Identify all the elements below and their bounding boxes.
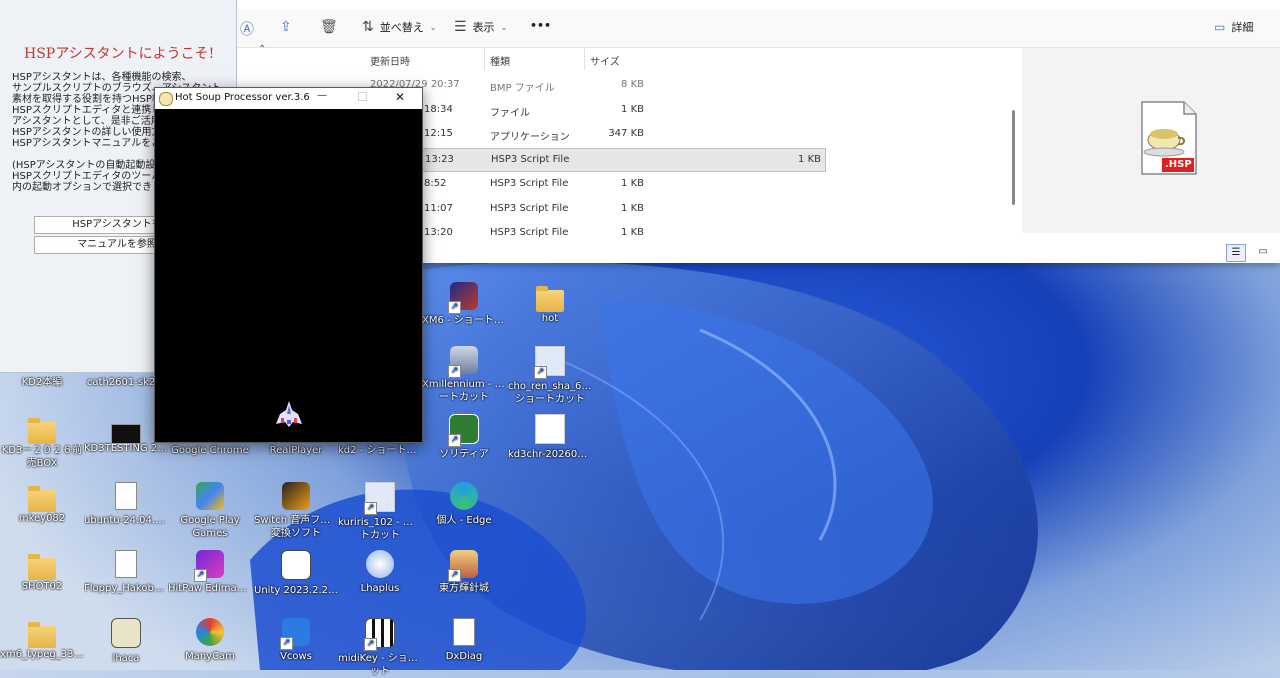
desktop-icon-xm6-typeg[interactable]: xm6_typeg_338... (0, 622, 84, 661)
folder-icon (28, 554, 56, 580)
desktop-icon-xmillennium[interactable]: Xmillennium - ショ ートカット (422, 346, 506, 404)
vertical-scrollbar[interactable] (1012, 110, 1015, 205)
lhaplus-icon (366, 550, 394, 578)
view-icon: ☰ (454, 19, 467, 35)
file-icon (115, 482, 137, 510)
sort-button[interactable]: ⇅ 並べ替え ⌄ (362, 19, 436, 35)
desktop-icon-lhaplus[interactable]: Lhaplus (338, 550, 422, 595)
desktop-icon-midikey[interactable]: midiKey - ショートカ ット (338, 618, 422, 678)
desktop-icon-google-play-games[interactable]: Google Play Games (168, 482, 252, 540)
desktop-icon-touhou[interactable]: 東方輝針城 (422, 550, 506, 595)
xm6-icon (448, 282, 478, 314)
desktop-icon-floppy[interactable]: Floppy_Hakobu... (84, 550, 168, 595)
column-header-date[interactable]: 更新日時 (370, 53, 410, 68)
view-toggle-group: ☰ ▭ (1226, 244, 1272, 262)
desktop-icon-shot02[interactable]: SHOT02 (0, 554, 84, 593)
hsp-app-icon (159, 92, 173, 106)
sort-icon: ⇅ (362, 19, 374, 35)
player-ship-sprite (276, 401, 302, 427)
shortcut-icon (534, 346, 565, 379)
blank-file-icon (535, 414, 565, 444)
desktop-icon-dxdiag[interactable]: DxDiag (422, 618, 506, 663)
terminal-icon (111, 424, 141, 444)
trash-icon: 🗑 (320, 19, 338, 35)
rename-icon: Ⓐ (240, 22, 254, 38)
manycam-icon (196, 618, 224, 646)
desktop-icon-switch-audio[interactable]: Switch 音声ファイル 変換ソフト (254, 482, 338, 540)
file-row[interactable]: 18:34 ファイル 1 KB (366, 99, 786, 121)
chevron-down-icon: ⌄ (500, 22, 508, 32)
file-row[interactable]: 8:52 HSP3 Script File 1 KB (366, 173, 786, 195)
share-icon: ⇪ (280, 19, 292, 35)
tiles-view-icon[interactable]: ▭ (1254, 244, 1272, 260)
desktop-icon-hot[interactable]: hot (508, 286, 592, 325)
desktop-icon-manycam[interactable]: ManyCam (168, 618, 252, 663)
maximize-button[interactable]: ☐ (357, 90, 368, 104)
desktop-icon-solitaire[interactable]: ソリティア (422, 414, 506, 461)
desktop-icon-lhaca[interactable]: lhaca (84, 618, 168, 665)
view-button[interactable]: ☰ 表示 ⌄ (454, 19, 507, 35)
desktop-icon-ubuntu[interactable]: ubuntu-24.04.3-... (84, 482, 168, 527)
file-row-selected[interactable]: 13:23 HSP3 Script File 1 KB (412, 148, 826, 172)
vcows-icon (280, 618, 310, 650)
column-header-size[interactable]: サイズ (590, 53, 620, 68)
piano-keys-icon (364, 618, 395, 651)
chevron-down-icon: ⌄ (429, 22, 437, 32)
hsp-file-icon: .HSP (1140, 100, 1198, 176)
desktop-icon-vcows[interactable]: Vcows (254, 618, 338, 663)
desktop-icon-xm6[interactable]: XM6 - ショートカット (422, 282, 506, 327)
file-row[interactable]: 13:20 HSP3 Script File 1 KB (366, 222, 786, 244)
desktop-icon-edge[interactable]: 個人 - Edge (422, 482, 506, 527)
file-icon (115, 550, 137, 578)
folder-icon (28, 622, 56, 648)
more-options-button[interactable]: ••• (530, 19, 551, 32)
desktop-icon-mkey082[interactable]: mkey082 (0, 486, 84, 525)
desktop-icon-cho-ren-sha[interactable]: cho_ren_sha_68k - ショートカット (508, 346, 592, 406)
share-button[interactable]: ⇪ (280, 19, 292, 35)
delete-button[interactable]: 🗑 (320, 19, 338, 35)
explorer-toolbar: Ⓐ ⇪ 🗑 ⇅ 並べ替え ⌄ ☰ 表示 ⌄ ••• ▭ 詳細 (236, 9, 1280, 48)
assistant-title: HSPアシスタントにようこそ! (24, 46, 215, 62)
google-play-games-icon (196, 482, 224, 510)
file-row[interactable]: 12:15 アプリケーション 347 KB (366, 123, 786, 145)
hsp-runtime-window: Hot Soup Processor ver.3.6 — ☐ ✕ (154, 87, 423, 443)
collapse-chevron-icon[interactable]: ⌃ (258, 44, 266, 55)
file-icon (453, 618, 475, 646)
touhou-icon (448, 550, 478, 582)
folder-icon (536, 286, 564, 312)
desktop-icon-hitpaw[interactable]: HitPaw Edimakor (168, 550, 252, 595)
hsp-game-canvas[interactable] (155, 109, 422, 442)
xmillennium-icon (448, 346, 478, 378)
folder-icon (28, 486, 56, 512)
lhaca-icon (111, 618, 141, 648)
hsp-window-title: Hot Soup Processor ver.3.6 (175, 92, 310, 103)
solitaire-icon (448, 414, 479, 447)
details-view-icon[interactable]: ☰ (1226, 244, 1246, 262)
file-row[interactable]: 2022/07/29 20:37 BMP ファイル 8 KB (366, 74, 786, 96)
close-button[interactable]: ✕ (395, 90, 405, 104)
column-header-type[interactable]: 種類 (490, 53, 510, 68)
rename-button[interactable]: Ⓐ (240, 19, 254, 39)
hitpaw-icon (194, 550, 224, 582)
shortcut-icon (364, 482, 395, 515)
minimize-button[interactable]: — (317, 90, 327, 101)
folder-icon (28, 418, 56, 444)
file-row[interactable]: 11:07 HSP3 Script File 1 KB (366, 198, 786, 220)
switch-audio-converter-icon (282, 482, 310, 510)
unity-icon (281, 550, 311, 580)
column-divider[interactable] (584, 48, 585, 70)
desktop-icon-kuriris[interactable]: kuriris_102 - ショー トカット (338, 482, 422, 542)
hsp-titlebar[interactable]: Hot Soup Processor ver.3.6 — ☐ ✕ (155, 88, 422, 109)
edge-icon (450, 482, 478, 510)
file-extension-label: .HSP (1165, 159, 1192, 170)
preview-pane: .HSP (1022, 48, 1280, 233)
column-divider[interactable] (484, 48, 485, 70)
details-pane-icon: ▭ (1214, 20, 1226, 34)
desktop-icon-kd3chr[interactable]: kd3chr-20260621 (508, 414, 592, 461)
desktop-icon-kd3-box[interactable]: KD3ー２０２６前 売BOX (0, 418, 84, 470)
desktop-icon-unity[interactable]: Unity 2023.2.20f1 (254, 550, 338, 597)
details-pane-button[interactable]: ▭ 詳細 (1214, 19, 1253, 35)
